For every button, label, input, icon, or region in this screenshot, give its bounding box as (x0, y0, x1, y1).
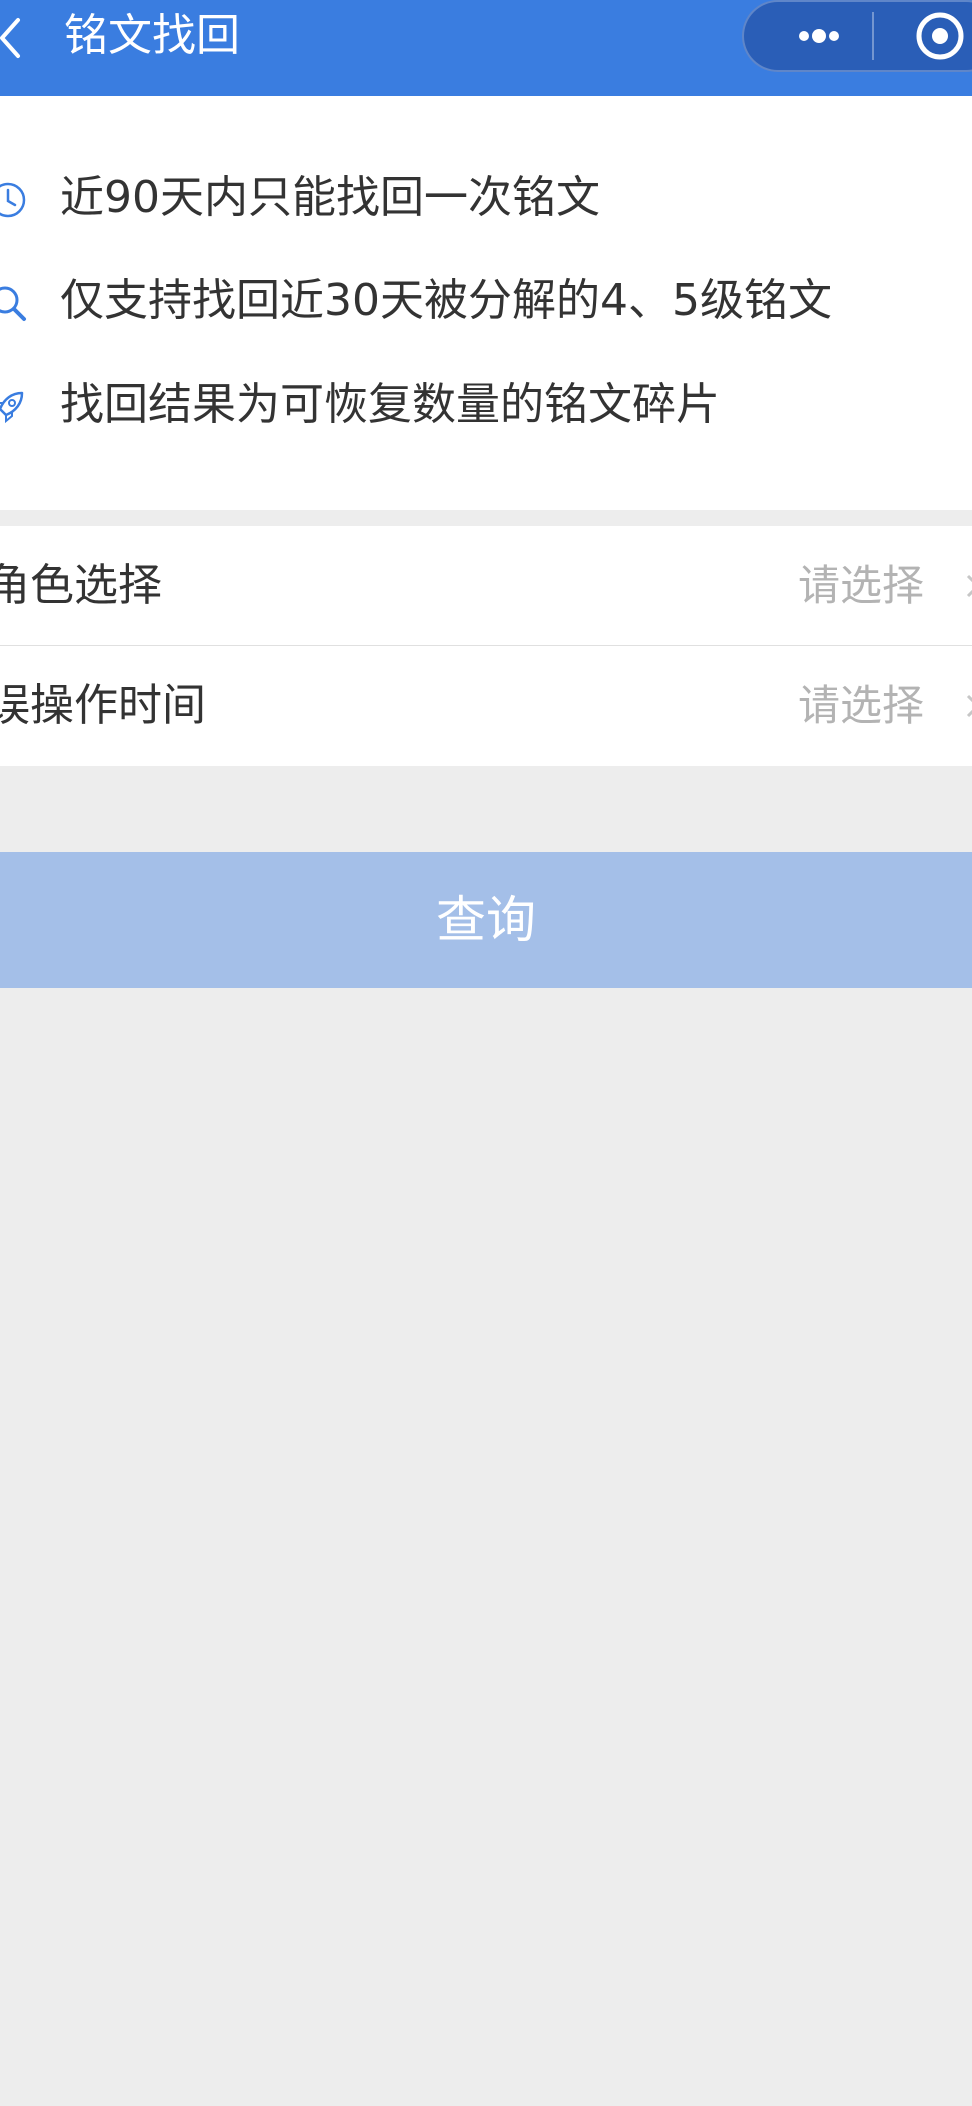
query-button-label: 查询 (436, 891, 536, 949)
target-circle-icon[interactable] (914, 10, 966, 62)
time-select-placeholder[interactable]: 请选择 (798, 646, 924, 766)
mini-program-capsule (742, 0, 972, 72)
search-icon (0, 286, 26, 321)
role-select-label: 角色选择 (0, 560, 162, 611)
more-dots-icon[interactable] (774, 2, 864, 70)
capsule-divider (872, 12, 874, 60)
notice-text: 仅支持找回近30天被分解的4、5级铭文 (60, 275, 832, 326)
notice-card: 近90天内只能找回一次铭文 仅支持找回近30天被分解的4、5级铭文 找回结果为可… (0, 96, 972, 510)
chevron-right-icon (966, 694, 972, 718)
role-select-placeholder[interactable]: 请选择 (798, 526, 924, 646)
time-select-row[interactable]: 误操作时间 请选择 (0, 646, 972, 766)
notice-text: 找回结果为可恢复数量的铭文碎片 (60, 379, 720, 430)
nav-bar: 铭文找回 (0, 0, 972, 96)
query-button[interactable]: 查询 (0, 852, 972, 988)
notice-item: 仅支持找回近30天被分解的4、5级铭文 (0, 271, 972, 331)
time-select-label: 误操作时间 (0, 680, 206, 731)
clock-icon (0, 182, 26, 218)
role-select-row[interactable]: 角色选择 请选择 (0, 526, 972, 646)
notice-text: 近90天内只能找回一次铭文 (60, 172, 600, 223)
page: 铭文找回 近90天内只能找回一次铭文 仅支持找回近30天被分解的4、5级铭文 找… (0, 0, 972, 2106)
notice-item: 近90天内只能找回一次铭文 (0, 168, 972, 228)
page-title: 铭文找回 (64, 10, 240, 61)
rocket-icon (0, 391, 24, 424)
chevron-right-icon (966, 574, 972, 598)
notice-item: 找回结果为可恢复数量的铭文碎片 (0, 375, 972, 435)
form-list: 角色选择 请选择 误操作时间 请选择 (0, 526, 972, 766)
chevron-left-icon[interactable] (0, 10, 30, 66)
